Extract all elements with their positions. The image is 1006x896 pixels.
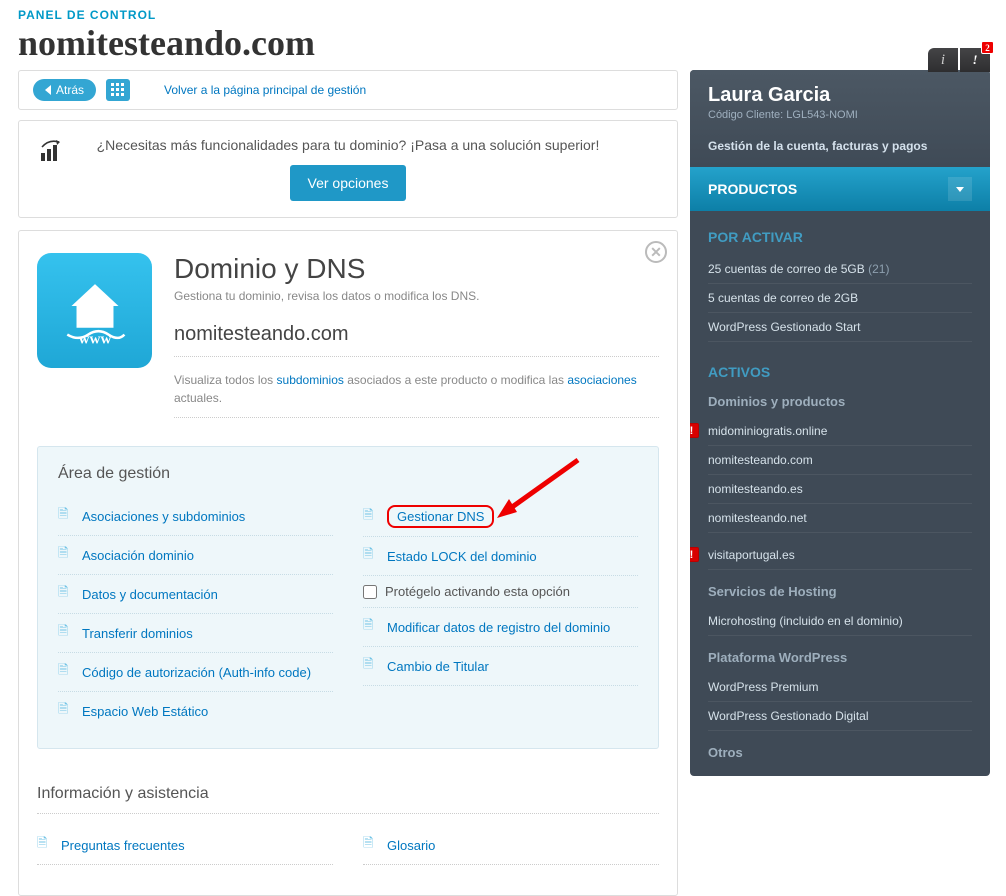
cambio-titular-link[interactable]: Cambio de Titular — [387, 659, 489, 674]
user-name: Laura Garcia — [708, 84, 972, 107]
sidebar-domain-item[interactable]: nomitesteando.net — [708, 504, 972, 533]
upsell-text: ¿Necesitas más funcionalidades para tu d… — [33, 137, 663, 153]
protect-label: Protégelo activando esta opción — [385, 584, 570, 599]
alert-tab[interactable]: ! 2 — [960, 48, 990, 72]
asociaciones-subdominios-link[interactable]: Asociaciones y subdominios — [82, 509, 245, 524]
back-button-label: Atrás — [56, 83, 84, 97]
sidebar-header: Laura Garcia Código Cliente: LGL543-NOMI… — [690, 70, 990, 167]
desc-text: Visualiza todos los — [174, 373, 277, 387]
protect-checkbox[interactable] — [363, 585, 377, 599]
header-bar: Atrás Volver a la página principal de ge… — [18, 70, 678, 110]
sidebar-hosting-item[interactable]: Microhosting (incluido en el dominio) — [708, 607, 972, 636]
dominios-productos-title: Dominios y productos — [708, 394, 972, 409]
management-area-title: Área de gestión — [58, 465, 638, 483]
asociaciones-link[interactable]: asociaciones — [567, 373, 636, 387]
doc-icon: 🗎 — [363, 655, 377, 677]
management-left-col: 🗎 Asociaciones y subdominios 🗎 Asociación … — [58, 497, 333, 730]
doc-icon: 🗎 — [58, 544, 72, 566]
doc-icon: 🗎 — [58, 661, 72, 683]
chart-icon — [41, 139, 67, 161]
sidebar: Laura Garcia Código Cliente: LGL543-NOMI… — [690, 70, 990, 776]
transferir-dominios-link[interactable]: Transferir dominios — [82, 626, 193, 641]
management-area: Área de gestión 🗎 Asociaciones y subdomin… — [37, 446, 659, 749]
sidebar-domain-item[interactable]: nomitesteando.com — [708, 446, 972, 475]
ver-opciones-button[interactable]: Ver opciones — [290, 165, 407, 201]
client-code: Código Cliente: LGL543-NOMI — [708, 109, 972, 121]
gestionar-dns-highlight: Gestionar DNS — [387, 505, 494, 528]
asociacion-dominio-link[interactable]: Asociación dominio — [82, 548, 194, 563]
doc-icon: 🗎 — [363, 506, 377, 528]
chevron-down-icon — [948, 177, 972, 201]
domain-name-heading: nomitesteando.com — [174, 323, 659, 357]
sidebar-item-pending[interactable]: 25 cuentas de correo de 5GB (21) — [708, 255, 972, 284]
www-icon: www — [37, 253, 152, 368]
sidebar-wp-item[interactable]: WordPress Gestionado Digital — [708, 702, 972, 731]
close-button[interactable]: ✕ — [645, 241, 667, 263]
alert-badge: 2 — [981, 41, 994, 54]
back-to-main-link[interactable]: Volver a la página principal de gestión — [164, 83, 366, 97]
alert-icon: ! — [690, 547, 699, 562]
panel-title: Dominio y DNS — [174, 253, 659, 285]
doc-icon: 🗎 — [363, 616, 377, 638]
management-right-col: 🗎Gestionar DNS 🗎Estado LOCK del dominio … — [363, 497, 638, 730]
sidebar-domain-item[interactable]: !midominiogratis.online — [708, 417, 972, 446]
grid-button[interactable] — [106, 79, 130, 101]
sidebar-item-pending[interactable]: 5 cuentas de correo de 2GB — [708, 284, 972, 313]
hosting-title: Servicios de Hosting — [708, 584, 972, 599]
info-assistance-section: Información y asistencia 🗎 Preguntas frec… — [37, 785, 659, 865]
glosario-link[interactable]: Glosario — [387, 838, 435, 853]
wordpress-title: Plataforma WordPress — [708, 650, 972, 665]
sidebar-item-pending[interactable]: WordPress Gestionado Start — [708, 313, 972, 342]
panel-subtitle: Gestiona tu dominio, revisa los datos o … — [174, 289, 659, 303]
sidebar-domain-item[interactable]: nomitesteando.es — [708, 475, 972, 504]
account-management-link[interactable]: Gestión de la cuenta, facturas y pagos — [708, 139, 972, 153]
info-alert-tabs: i ! 2 — [928, 48, 990, 72]
subdominios-link[interactable]: subdominios — [277, 373, 344, 387]
page-title: nomitesteando.com — [0, 22, 1006, 70]
upsell-box: ¿Necesitas más funcionalidades para tu d… — [18, 120, 678, 218]
doc-icon: 🗎 — [363, 545, 377, 567]
alert-icon: ! — [690, 423, 699, 438]
sidebar-wp-item[interactable]: WordPress Premium — [708, 673, 972, 702]
doc-icon: 🗎 — [363, 834, 377, 856]
products-header[interactable]: PRODUCTOS — [690, 167, 990, 211]
grid-icon — [111, 83, 125, 97]
doc-icon: 🗎 — [58, 583, 72, 605]
products-label: PRODUCTOS — [708, 181, 797, 197]
faq-link[interactable]: Preguntas frecuentes — [61, 838, 185, 853]
estado-lock-link[interactable]: Estado LOCK del dominio — [387, 549, 537, 564]
info-tab[interactable]: i — [928, 48, 958, 72]
doc-icon: 🗎 — [37, 834, 51, 856]
auth-info-code-link[interactable]: Código de autorización (Auth-info code) — [82, 665, 311, 680]
sidebar-domain-item[interactable]: !visitaportugal.es — [708, 541, 972, 570]
domain-dns-panel: ✕ www Dominio y DNS Gestiona tu dominio,… — [18, 230, 678, 896]
doc-icon: 🗎 — [58, 700, 72, 722]
espacio-web-estatico-link[interactable]: Espacio Web Estático — [82, 704, 208, 719]
back-button[interactable]: Atrás — [33, 79, 96, 101]
gestionar-dns-link[interactable]: Gestionar DNS — [397, 509, 484, 524]
doc-icon: 🗎 — [58, 622, 72, 644]
datos-documentacion-link[interactable]: Datos y documentación — [82, 587, 218, 602]
desc-text: actuales. — [174, 391, 222, 405]
doc-icon: 🗎 — [58, 505, 72, 527]
info-assistance-title: Información y asistencia — [37, 785, 659, 814]
panel-description: Visualiza todos los subdominios asociado… — [174, 371, 659, 418]
desc-text: asociados a este producto o modifica las — [344, 373, 567, 387]
breadcrumb[interactable]: PANEL DE CONTROL — [0, 0, 1006, 22]
modificar-datos-link[interactable]: Modificar datos de registro del dominio — [387, 620, 610, 635]
activos-title: ACTIVOS — [708, 364, 972, 380]
por-activar-title: POR ACTIVAR — [708, 229, 972, 245]
otros-title: Otros — [708, 745, 972, 760]
